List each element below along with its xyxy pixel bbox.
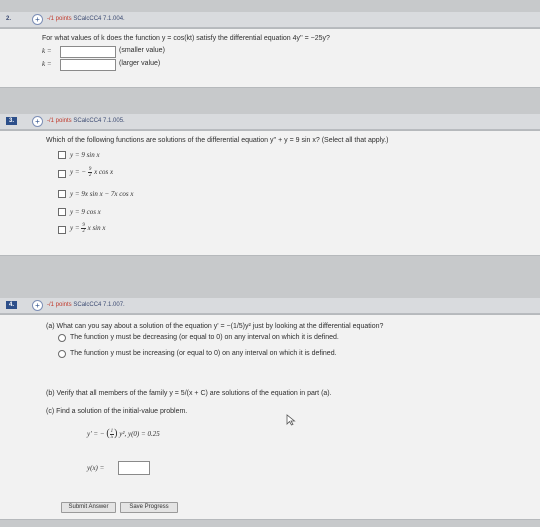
question-number: 2. bbox=[6, 16, 12, 22]
answer-label: y(x) = bbox=[87, 464, 105, 472]
k-label: k = bbox=[42, 60, 52, 68]
option-label: y = 9x sin x − 7x cos x bbox=[70, 190, 134, 198]
question-3-panel: Which of the following functions are sol… bbox=[0, 130, 540, 256]
k-smaller-input[interactable] bbox=[60, 46, 116, 58]
answer-input[interactable] bbox=[118, 461, 150, 475]
points-label: -/1 points SCalcCC4 7.1.004. bbox=[47, 16, 125, 22]
option-label: y = 9 cos x bbox=[70, 208, 101, 216]
save-progress-button[interactable]: Save Progress bbox=[120, 502, 178, 513]
question-number: 3. bbox=[6, 117, 18, 125]
option-label: y = − 92 x cos x bbox=[70, 167, 114, 178]
larger-value-label: (larger value) bbox=[119, 60, 161, 67]
option-checkbox[interactable] bbox=[58, 226, 66, 234]
option-checkbox[interactable] bbox=[58, 190, 66, 198]
part-c-prompt: (c) Find a solution of the initial-value… bbox=[46, 408, 188, 415]
choice-label: The function y must be decreasing (or eq… bbox=[70, 334, 339, 341]
points-label: -/1 points SCalcCC4 7.1.005. bbox=[47, 118, 125, 124]
k-label: k = bbox=[42, 47, 52, 55]
option-label: y = 92 x sin x bbox=[70, 223, 106, 234]
choice-radio[interactable] bbox=[58, 334, 66, 342]
expand-icon[interactable]: + bbox=[32, 14, 43, 25]
mouse-cursor-icon bbox=[286, 414, 296, 426]
submit-answer-button[interactable]: Submit Answer bbox=[61, 502, 116, 513]
question-prompt: For what values of k does the function y… bbox=[42, 35, 330, 42]
k-larger-input[interactable] bbox=[60, 59, 116, 71]
expand-icon[interactable]: + bbox=[32, 300, 43, 311]
ivp-equation: y' = − (1 5) y², y(0) = 0.25 bbox=[87, 428, 160, 440]
expand-icon[interactable]: + bbox=[32, 116, 43, 127]
smaller-value-label: (smaller value) bbox=[119, 47, 165, 54]
option-checkbox[interactable] bbox=[58, 151, 66, 159]
option-checkbox[interactable] bbox=[58, 208, 66, 216]
choice-label: The function y must be increasing (or eq… bbox=[70, 350, 337, 357]
option-checkbox[interactable] bbox=[58, 170, 66, 178]
part-a-prompt: (a) What can you say about a solution of… bbox=[46, 323, 384, 330]
option-label: y = 9 sin x bbox=[70, 151, 100, 159]
question-4-header: 4. + -/1 points SCalcCC4 7.1.007. bbox=[0, 298, 540, 314]
question-4-panel: (a) What can you say about a solution of… bbox=[0, 314, 540, 520]
choice-radio[interactable] bbox=[58, 350, 66, 358]
question-number: 4. bbox=[6, 301, 18, 309]
question-3-header: 3. + -/1 points SCalcCC4 7.1.005. bbox=[0, 114, 540, 130]
question-2-panel: For what values of k does the function y… bbox=[0, 28, 540, 88]
part-b-prompt: (b) Verify that all members of the famil… bbox=[46, 390, 332, 397]
question-prompt: Which of the following functions are sol… bbox=[46, 137, 389, 144]
question-2-header: 2. + -/1 points SCalcCC4 7.1.004. bbox=[0, 12, 540, 28]
points-label: -/1 points SCalcCC4 7.1.007. bbox=[47, 302, 125, 308]
